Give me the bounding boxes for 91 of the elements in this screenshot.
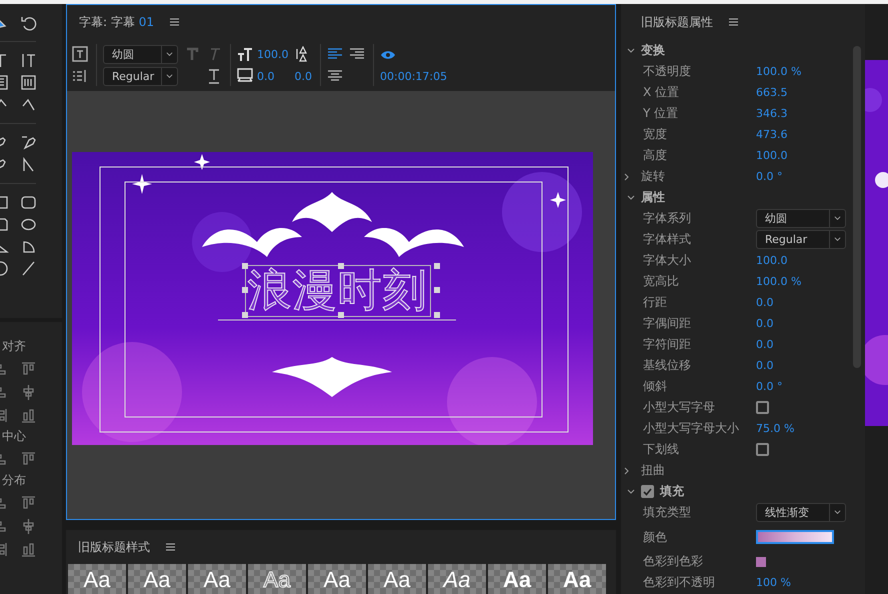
font-size-icon[interactable]: [237, 46, 253, 62]
chevron-icon[interactable]: [623, 466, 631, 474]
style-swatch[interactable]: Aa: [368, 564, 426, 594]
checkbox[interactable]: [756, 443, 769, 456]
undo-icon[interactable]: [20, 14, 37, 31]
property-dropdown[interactable]: 幼圆: [756, 209, 846, 228]
chevron-icon[interactable]: [623, 172, 631, 180]
property-label: 填充类型: [643, 504, 692, 521]
property-label: 字体系列: [643, 210, 692, 227]
kerning-value[interactable]: 0.0: [257, 70, 274, 82]
style-swatch[interactable]: Aa: [488, 564, 546, 594]
vertical-path-text-icon[interactable]: [20, 96, 37, 113]
leading-value[interactable]: 0.0: [294, 70, 312, 82]
section-title: 属性: [641, 189, 665, 206]
property-value[interactable]: 100.0 %: [756, 65, 865, 78]
property-value[interactable]: 0.0 °: [756, 170, 865, 183]
pen-add-icon[interactable]: [20, 134, 37, 151]
property-label: 旋转: [641, 168, 665, 185]
section-title: 填充: [660, 483, 684, 500]
property-label: 宽高比: [643, 273, 680, 290]
property-value[interactable]: 0.0: [756, 338, 865, 351]
checkbox[interactable]: [756, 401, 769, 414]
property-value[interactable]: 100.0: [756, 254, 865, 267]
panel-title[interactable]: 字幕: 字幕 01: [79, 14, 154, 30]
chevron-icon[interactable]: [627, 46, 635, 54]
style-swatch[interactable]: Aa: [308, 564, 366, 594]
style-swatch[interactable]: Aa: [428, 564, 486, 594]
menu-icon[interactable]: [729, 18, 738, 26]
timecode[interactable]: 00:00:17:05: [380, 70, 448, 82]
property-value[interactable]: 346.3: [756, 107, 865, 120]
tab-stops-icon[interactable]: [72, 68, 88, 84]
vertical-text-icon[interactable]: [20, 52, 37, 69]
property-label: Y 位置: [643, 105, 680, 122]
property-label: 字符间距: [643, 336, 692, 353]
property-label: 色彩到不透明: [643, 574, 716, 591]
style-swatch[interactable]: Aa: [548, 564, 606, 594]
property-label: 不透明度: [643, 63, 692, 80]
property-label: 色彩到色彩: [643, 553, 704, 570]
menu-icon[interactable]: [170, 18, 179, 26]
chevron-icon[interactable]: [627, 194, 635, 202]
align-icon[interactable]: [20, 407, 37, 424]
property-dropdown[interactable]: Regular: [756, 230, 846, 249]
property-value[interactable]: 100.0 %: [756, 275, 865, 288]
section-title: 变换: [641, 42, 665, 59]
property-label: 小型大写字母大小: [643, 420, 740, 437]
property-value[interactable]: 473.6: [756, 128, 865, 141]
property-label: 高度: [643, 147, 668, 164]
property-label: 下划线: [643, 441, 680, 458]
property-value[interactable]: 663.5: [756, 86, 865, 99]
property-label: 字体大小: [643, 252, 692, 269]
style-swatch[interactable]: Aa: [248, 564, 306, 594]
panel-title[interactable]: 旧版标题属性: [641, 14, 713, 30]
style-swatch[interactable]: Aa: [128, 564, 186, 594]
property-value[interactable]: 100.0: [756, 149, 865, 162]
underline-icon[interactable]: [206, 68, 222, 84]
checkbox[interactable]: [641, 485, 654, 498]
style-swatch[interactable]: Aa: [188, 564, 246, 594]
align-icon[interactable]: [20, 541, 37, 558]
property-value[interactable]: 75.0 %: [756, 422, 865, 435]
property-label: 扭曲: [641, 462, 665, 479]
panel-title[interactable]: 旧版标题样式: [78, 538, 150, 556]
section-title: 对齐: [2, 338, 27, 355]
menu-icon[interactable]: [166, 543, 175, 551]
path-text-icon[interactable]: [20, 74, 37, 91]
section-title: 分布: [2, 472, 27, 489]
property-label: 宽度: [643, 126, 668, 143]
property-label: 颜色: [643, 528, 668, 546]
property-label: 基线位移: [643, 357, 692, 374]
property-label: 字偶间距: [643, 315, 692, 332]
property-label: X 位置: [643, 84, 680, 101]
property-value[interactable]: 100 %: [756, 576, 865, 589]
property-value[interactable]: 0.0: [756, 359, 865, 372]
property-label: 行距: [643, 294, 668, 311]
font-family-dropdown[interactable]: 幼圆: [103, 44, 178, 64]
style-swatch[interactable]: Aa: [68, 564, 126, 594]
font-style-dropdown[interactable]: Regular: [103, 66, 178, 86]
font-size-value[interactable]: 100.0: [257, 48, 288, 60]
gradient-bar[interactable]: [756, 530, 834, 544]
section-title: 中心: [2, 428, 27, 445]
property-value[interactable]: 0.0 °: [756, 380, 865, 393]
property-value[interactable]: 0.0: [756, 296, 865, 309]
property-label: 字体样式: [643, 231, 692, 248]
property-dropdown[interactable]: 线性渐变: [756, 503, 846, 522]
chevron-icon[interactable]: [627, 488, 635, 496]
kerning-icon[interactable]: [237, 68, 253, 84]
property-value[interactable]: 0.0: [756, 317, 865, 330]
template-icon[interactable]: [72, 46, 88, 62]
property-label: 小型大写字母: [643, 399, 716, 416]
line-icon[interactable]: [20, 260, 37, 277]
property-label: 倾斜: [643, 378, 668, 395]
color-swatch[interactable]: [756, 556, 766, 566]
